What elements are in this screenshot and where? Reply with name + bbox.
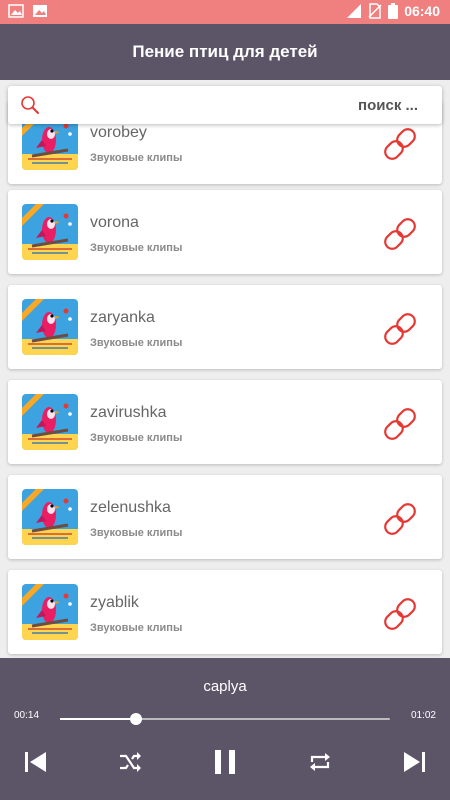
item-title: zelenushka	[90, 499, 171, 516]
current-time: 00:14	[14, 710, 40, 721]
link-icon[interactable]	[376, 400, 424, 448]
item-title: zaryanka	[90, 309, 155, 326]
search-bar	[8, 86, 442, 124]
item-title: zavirushka	[90, 404, 167, 421]
shuffle-icon[interactable]	[116, 748, 144, 776]
app-thumbnail	[22, 394, 78, 450]
list-item[interactable]: vorona Звуковые клипы	[8, 190, 442, 274]
seek-progress	[60, 718, 136, 720]
item-subtitle: Звуковые клипы	[90, 432, 183, 444]
repeat-icon[interactable]	[306, 748, 334, 776]
status-bar: 06:40	[0, 0, 450, 24]
list-item[interactable]: zelenushka Звуковые клипы	[8, 475, 442, 559]
item-subtitle: Звуковые клипы	[90, 242, 183, 254]
item-title: vorobey	[90, 124, 147, 141]
signal-icon	[347, 4, 362, 18]
list-item[interactable]: zavirushka Звуковые клипы	[8, 380, 442, 464]
item-subtitle: Звуковые клипы	[90, 622, 183, 634]
media-player: caplya 00:14 01:02	[0, 658, 450, 800]
app-thumbnail	[22, 299, 78, 355]
app-thumbnail	[22, 489, 78, 545]
battery-icon	[388, 3, 399, 19]
app-bar: Пение птиц для детей	[0, 24, 450, 80]
item-subtitle: Звуковые клипы	[90, 527, 183, 539]
no-sim-icon	[368, 3, 382, 19]
link-icon[interactable]	[376, 495, 424, 543]
link-icon[interactable]	[376, 590, 424, 638]
skip-next-icon[interactable]	[400, 748, 428, 776]
app-thumbnail	[22, 584, 78, 640]
item-title: vorona	[90, 214, 139, 231]
page-title: Пение птиц для детей	[132, 42, 318, 61]
link-icon[interactable]	[376, 120, 424, 168]
status-time: 06:40	[404, 3, 440, 19]
app-thumbnail	[22, 204, 78, 260]
search-input[interactable]	[52, 86, 432, 124]
sound-list[interactable]: vorobey Звуковые клипы vorona Звуковые кли…	[0, 80, 450, 658]
image-icon	[8, 4, 24, 18]
list-item[interactable]: zaryanka Звуковые клипы	[8, 285, 442, 369]
search-icon[interactable]	[20, 95, 40, 115]
skip-previous-icon[interactable]	[22, 748, 50, 776]
pause-icon[interactable]	[211, 748, 239, 776]
item-title: zyablik	[90, 594, 139, 611]
item-subtitle: Звуковые клипы	[90, 152, 183, 164]
seek-bar[interactable]	[60, 713, 390, 725]
total-time: 01:02	[410, 710, 436, 721]
link-icon[interactable]	[376, 210, 424, 258]
item-subtitle: Звуковые клипы	[90, 337, 183, 349]
image-icon	[33, 5, 47, 17]
seek-thumb[interactable]	[129, 713, 142, 725]
list-item[interactable]: zyablik Звуковые клипы	[8, 570, 442, 654]
link-icon[interactable]	[376, 305, 424, 353]
track-title: caplya	[203, 678, 247, 695]
